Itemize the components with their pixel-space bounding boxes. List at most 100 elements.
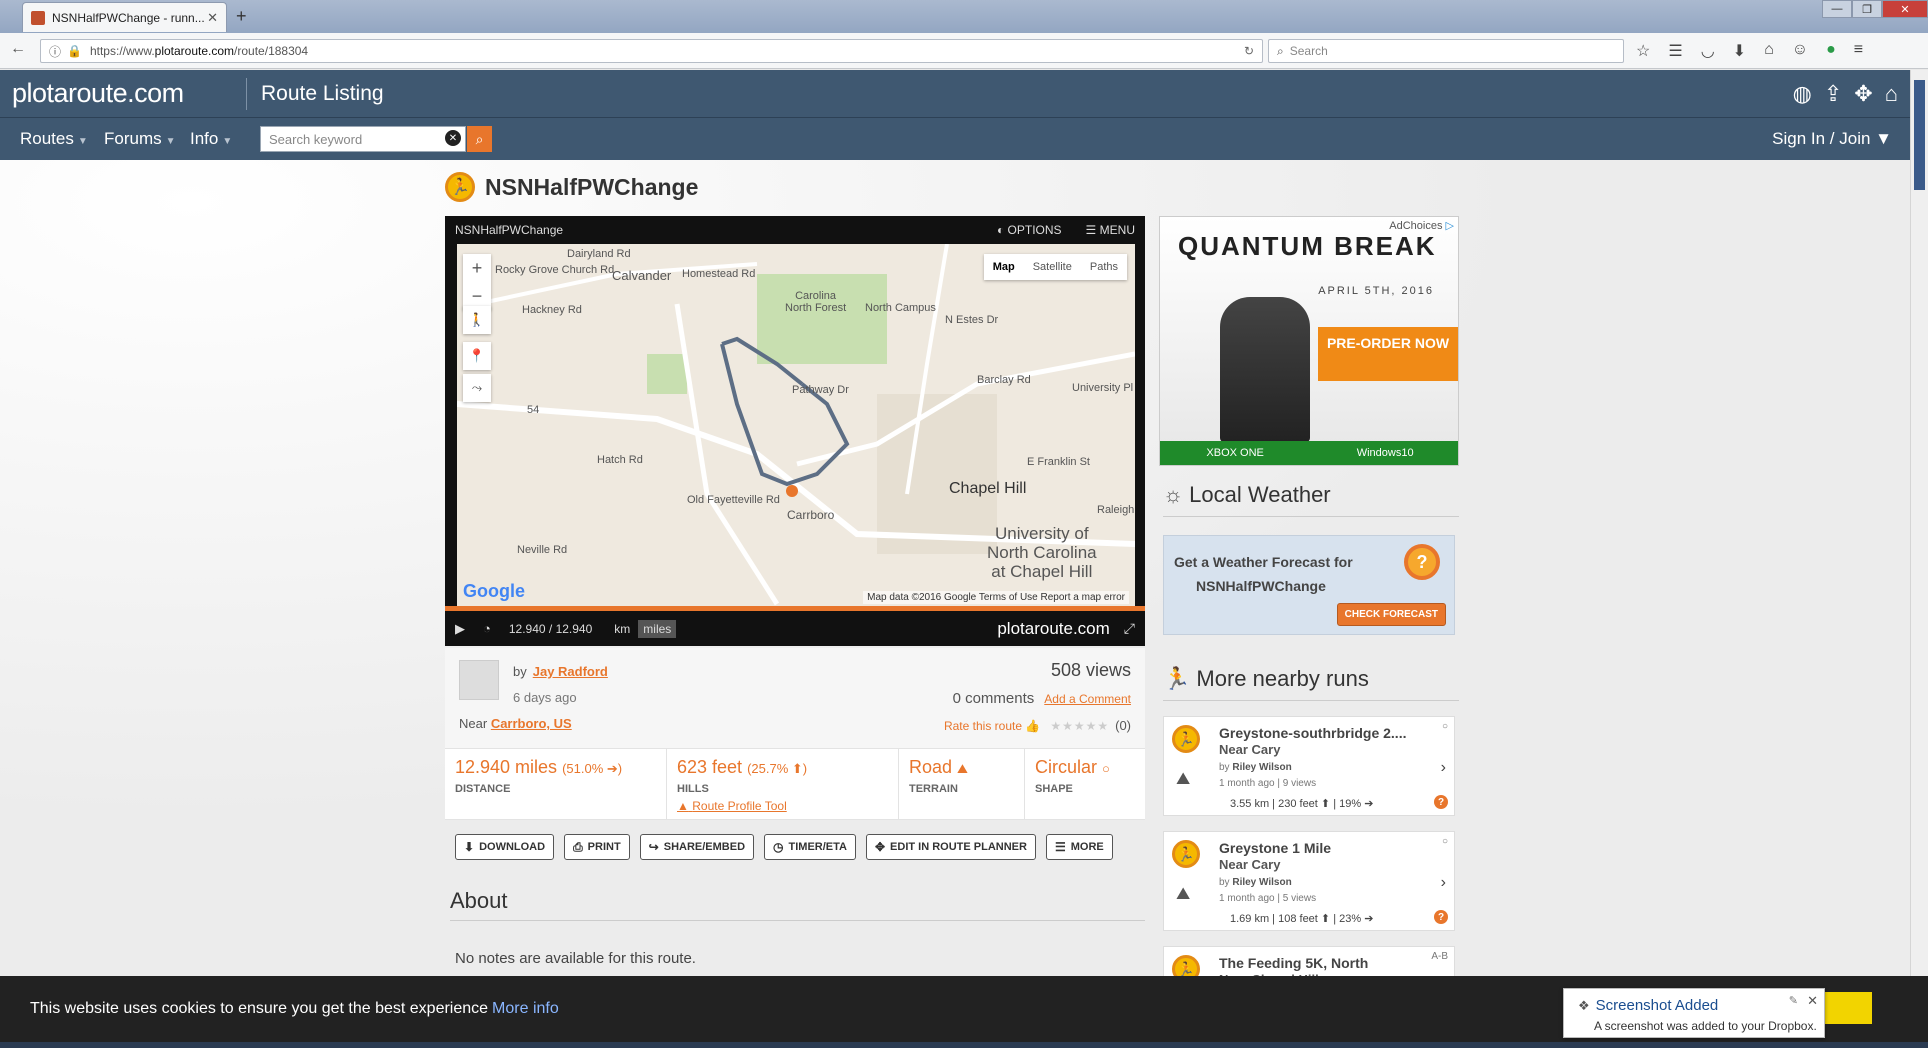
map-label-route-54: 54 <box>527 404 540 416</box>
street-view-pegman-icon[interactable]: 🚶 <box>463 306 491 334</box>
run-stats: 1.69 km | 108 feet ⬆ | 23% ➔ <box>1230 912 1373 925</box>
map-canvas[interactable]: + − 🚶 📍 ⤳ Map Satellite Paths Calvander … <box>457 244 1135 606</box>
distance-readout: 12.940 / 12.940 <box>508 621 593 636</box>
zoom-in-button[interactable]: + <box>463 254 491 282</box>
nearby-run-card[interactable]: 🏃 ⛰ Greystone-southrbridge 2.... Near Ca… <box>1163 716 1455 816</box>
run-name[interactable]: The Feeding 5K, North <box>1219 955 1368 971</box>
author-line: by Jay Radford <box>513 664 608 679</box>
timer-eta-button[interactable]: ◷ TIMER/ETA <box>764 834 856 860</box>
edit-route-planner-button[interactable]: ✥ EDIT IN ROUTE PLANNER <box>865 834 1036 860</box>
weather-text-line-2: NSNHalfPWChange <box>1196 578 1326 594</box>
route-profile-link[interactable]: ▲ Route Profile Tool <box>677 799 888 813</box>
chevron-right-icon[interactable]: › <box>1441 874 1446 892</box>
reload-icon[interactable]: ↻ <box>1244 44 1254 58</box>
run-name[interactable]: Greystone 1 Mile <box>1219 840 1331 856</box>
location-pin-icon[interactable]: 📍 <box>463 342 491 370</box>
extension-icon[interactable]: ● <box>1826 41 1836 61</box>
rating-stars[interactable]: ★★★★★ <box>1050 719 1109 733</box>
pocket-icon[interactable]: ◡ <box>1701 41 1715 61</box>
advertisement[interactable]: AdChoices ▷ QUANTUM BREAK APRIL 5TH, 201… <box>1159 216 1459 466</box>
run-name[interactable]: Greystone-southrbridge 2.... <box>1219 725 1406 741</box>
dropbox-notification[interactable]: ❖ Screenshot Added A screenshot was added… <box>1563 988 1825 1038</box>
upload-icon[interactable]: ⇪ <box>1824 81 1842 107</box>
sign-in-link[interactable]: Sign In / Join ▼ <box>1772 129 1892 149</box>
help-icon[interactable]: ? <box>1434 795 1448 809</box>
menu-forums[interactable]: Forums ▼ <box>104 129 176 149</box>
rating-row: Rate this route 👍 ★★★★★ (0) <box>944 718 1131 733</box>
download-button[interactable]: ⬇ DOWNLOAD <box>455 834 555 860</box>
route-tool-icon[interactable]: ⤳ <box>463 374 491 402</box>
minimize-icon[interactable]: — <box>1822 0 1852 18</box>
location-link[interactable]: Carrboro, US <box>491 716 572 731</box>
info-icon[interactable]: ⓘ <box>49 43 61 60</box>
created-ago: 6 days ago <box>513 690 577 705</box>
close-icon[interactable]: ✕ <box>1807 993 1818 1009</box>
address-bar[interactable]: ⓘ 🔒 https://www. plotaroute.com/route/188… <box>40 39 1263 63</box>
road-icon: ⛰ <box>1176 769 1191 788</box>
map-menu-button[interactable]: ☰ MENU <box>1086 223 1135 237</box>
options-toggle[interactable]: ◐ OPTIONS <box>997 223 1062 237</box>
globe-icon[interactable]: ◍ <box>1793 81 1812 107</box>
help-icon[interactable]: ? <box>1434 910 1448 924</box>
close-window-icon[interactable]: ✕ <box>1882 0 1928 18</box>
rate-route-link[interactable]: Rate this route <box>944 719 1022 733</box>
bookmark-star-icon[interactable]: ☆ <box>1636 41 1650 61</box>
clear-search-icon[interactable]: ✕ <box>445 130 461 146</box>
unit-miles-toggle[interactable]: miles <box>638 619 677 638</box>
near-label: Near <box>459 716 488 731</box>
url-domain: plotaroute.com <box>154 44 235 58</box>
more-button[interactable]: ☰ MORE <box>1045 834 1113 860</box>
download-arrow-icon[interactable]: ⬇ <box>1733 41 1746 61</box>
menu-info[interactable]: Info ▼ <box>190 129 232 149</box>
keyword-search-button[interactable]: ⌕ <box>467 126 492 152</box>
zoom-control: + − <box>463 254 491 310</box>
new-tab-icon[interactable]: + <box>236 6 247 27</box>
chevron-right-icon[interactable]: › <box>1441 759 1446 777</box>
cookie-accept-button[interactable] <box>1820 992 1872 1024</box>
distance-label: DISTANCE <box>455 783 511 795</box>
page-scrollbar[interactable] <box>1910 70 1928 1000</box>
ad-platforms: XBOX ONE Windows10 <box>1160 441 1458 465</box>
sun-icon: ☼ <box>1163 482 1184 507</box>
share-embed-button[interactable]: ↪ SHARE/EMBED <box>639 834 755 860</box>
browser-tab[interactable]: NSNHalfPWChange - runn... ✕ <box>22 2 227 32</box>
nearby-run-card[interactable]: 🏃 ⛰ Greystone 1 Mile Near Cary by Riley … <box>1163 831 1455 931</box>
arrow-right-icon: ➔ <box>1364 798 1374 810</box>
home-icon[interactable]: ⌂ <box>1885 81 1898 107</box>
add-comment-link[interactable]: Add a Comment <box>1044 692 1131 706</box>
close-tab-icon[interactable]: ✕ <box>207 10 218 26</box>
menu-routes[interactable]: Routes ▼ <box>20 129 88 149</box>
author-link[interactable]: Jay Radford <box>533 664 608 679</box>
keyword-search-input[interactable]: Search keyword ✕ <box>260 126 466 152</box>
circular-icon: ○ <box>1102 761 1110 776</box>
print-button[interactable]: ⎙ PRINT <box>564 834 630 860</box>
check-forecast-button[interactable]: CHECK FORECAST <box>1336 603 1446 626</box>
chat-icon[interactable]: ☺ <box>1792 41 1808 61</box>
arrow-up-icon: ⬆) <box>791 761 808 776</box>
speedometer-icon[interactable]: ◔ <box>483 621 491 636</box>
map-type-switcher: Map Satellite Paths <box>983 254 1127 280</box>
view-count: 508 views <box>1050 660 1131 680</box>
back-icon[interactable]: ← <box>10 40 26 58</box>
scrollbar-thumb[interactable] <box>1914 80 1925 190</box>
map-attribution[interactable]: Map data ©2016 Google Terms of Use Repor… <box>863 591 1129 604</box>
site-logo[interactable]: plotaroute.com <box>12 78 184 109</box>
route-end-marker <box>786 485 798 497</box>
map-type-paths[interactable]: Paths <box>1081 254 1127 280</box>
fullscreen-icon[interactable]: ⤢ <box>1124 620 1135 637</box>
map-type-satellite[interactable]: Satellite <box>1024 254 1081 280</box>
pin-icon[interactable]: ✎ <box>1789 994 1798 1007</box>
restore-icon[interactable]: ❐ <box>1852 0 1882 18</box>
move-icon[interactable]: ✥ <box>1854 81 1872 107</box>
browser-search-input[interactable]: ⌕ Search <box>1268 39 1624 63</box>
hills-value: 623 feet <box>677 757 743 777</box>
play-button-icon[interactable]: ▶ <box>455 621 465 637</box>
unit-km-toggle[interactable]: km <box>614 622 630 636</box>
cookie-more-info-link[interactable]: More info <box>492 1000 559 1017</box>
hamburger-menu-icon[interactable]: ≡ <box>1854 41 1863 61</box>
browser-nav-bar: ← ⓘ 🔒 https://www. plotaroute.com/route/1… <box>0 33 1928 69</box>
map-type-map[interactable]: Map <box>984 254 1024 280</box>
home-icon[interactable]: ⌂ <box>1764 41 1774 61</box>
reading-list-icon[interactable]: ☰ <box>1668 41 1682 61</box>
ad-platform-xbox: XBOX ONE <box>1206 447 1264 459</box>
